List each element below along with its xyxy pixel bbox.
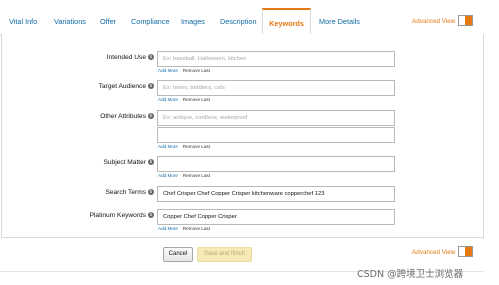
target-audience-label: Target Audience i [99,82,154,92]
other-attributes-input-2[interactable] [157,127,395,143]
search-terms-input[interactable]: Chef Crisper Chef Copper Crisper kitchen… [157,186,395,202]
watermark: CSDN @跨境卫士浏览器 [357,269,464,280]
toggle-knob [465,16,472,25]
info-icon[interactable]: i [148,113,154,120]
other-attributes-links: Add More Remove Last [158,144,210,150]
info-icon[interactable]: i [148,159,154,166]
info-icon[interactable]: i [148,83,154,90]
toggle-knob [465,247,472,256]
search-terms-label: Search Terms i [105,188,154,198]
advanced-view-toggle[interactable] [458,15,473,26]
tab-variations[interactable]: Variations [54,8,86,35]
save-and-finish-button[interactable]: Save and finish [197,247,252,262]
remove-last-link[interactable]: Remove Last [183,97,210,102]
intended-use-links: Add More Remove Last [158,68,210,74]
tab-images[interactable]: Images [181,8,205,35]
subject-matter-label: Subject Matter i [103,158,154,168]
info-icon[interactable]: i [148,54,154,61]
subject-matter-input[interactable] [157,156,395,172]
tab-description[interactable]: Description [220,8,257,35]
info-icon[interactable]: i [148,189,154,196]
cancel-button[interactable]: Cancel [163,247,193,262]
tab-vital-info[interactable]: Vital Info [9,8,37,35]
subject-matter-links: Add More Remove Last [158,173,210,179]
remove-last-link[interactable]: Remove Last [183,173,210,178]
remove-last-link[interactable]: Remove Last [183,226,210,231]
platinum-keywords-input[interactable]: Copper Chef Copper Crisper [157,209,395,225]
add-more-link[interactable]: Add More [158,226,178,231]
tab-keywords[interactable]: Keywords [262,8,311,36]
info-icon[interactable]: i [148,212,154,219]
add-more-link[interactable]: Add More [158,144,178,149]
advanced-view-toggle-bottom[interactable] [458,246,473,257]
add-more-link[interactable]: Add More [158,68,178,73]
page: Vital Info Variations Offer Compliance I… [0,0,499,285]
tab-compliance[interactable]: Compliance [131,8,170,35]
remove-last-link[interactable]: Remove Last [183,144,210,149]
tab-more-details[interactable]: More Details [319,8,360,35]
target-audience-links: Add More Remove Last [158,97,210,103]
platinum-keywords-links: Add More Remove Last [158,226,210,232]
advanced-view-label-bottom: Advanced View [412,249,456,256]
intended-use-input[interactable]: Ex: baseball, Halloween, kitchen [157,51,395,67]
platinum-keywords-label: Platinum Keywords i [90,211,154,221]
target-audience-input[interactable]: Ex: teens, toddlers, cats [157,80,395,96]
other-attributes-label: Other Attributes i [100,112,154,122]
other-attributes-input[interactable]: Ex: antique, cordless, waterproof [157,110,395,126]
add-more-link[interactable]: Add More [158,173,178,178]
intended-use-label: Intended Use i [107,53,154,63]
advanced-view-label: Advanced View [412,18,456,25]
add-more-link[interactable]: Add More [158,97,178,102]
remove-last-link[interactable]: Remove Last [183,68,210,73]
tab-offer[interactable]: Offer [100,8,116,35]
